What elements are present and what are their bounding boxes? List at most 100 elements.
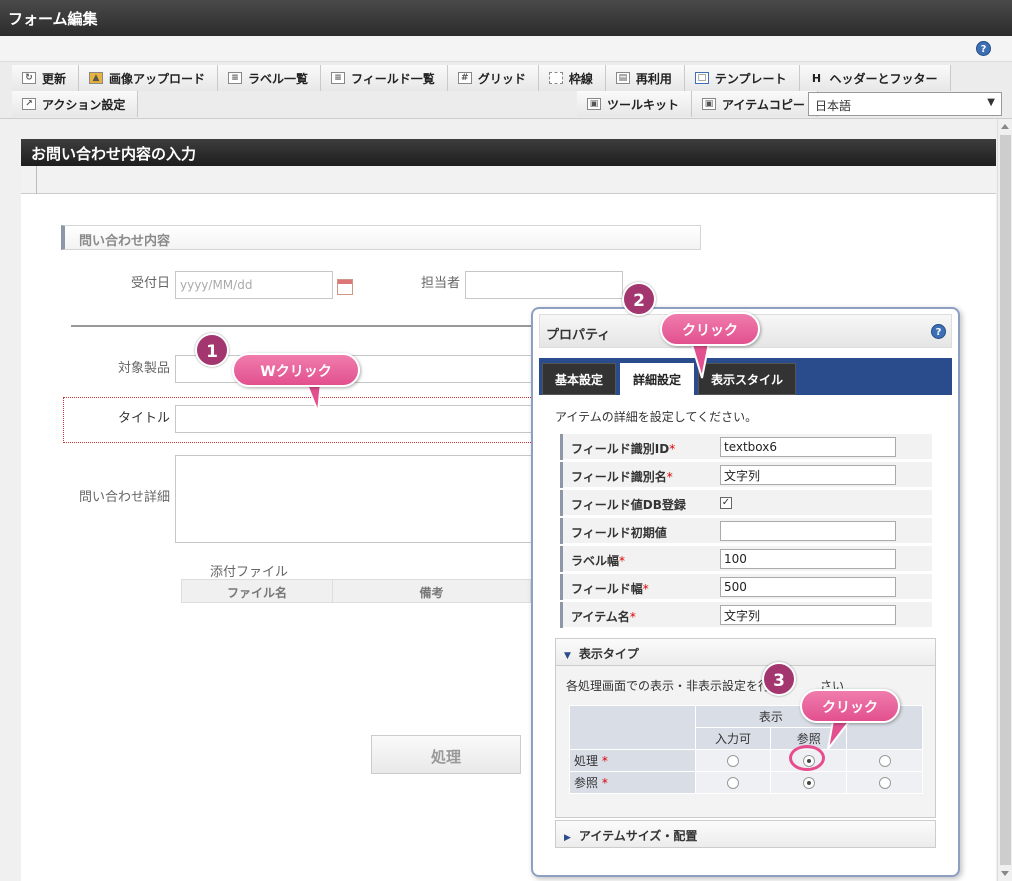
- db-register-checkbox[interactable]: ✓: [720, 497, 732, 509]
- toolkit-button[interactable]: ▣ ツールキット: [577, 91, 693, 117]
- display-type-accordion[interactable]: ▼ 表示タイプ: [555, 638, 936, 666]
- property-row: フィールド識別名*: [560, 462, 932, 488]
- action-settings-button[interactable]: ↗ アクション設定: [12, 91, 139, 117]
- callout-number-3: 3: [762, 662, 796, 696]
- property-key: ラベル幅*: [560, 546, 715, 572]
- radio-process-input[interactable]: [727, 755, 740, 767]
- toolbar-row-2: ↗ アクション設定: [12, 91, 139, 117]
- form-title: お問い合わせ内容の入力: [21, 139, 996, 166]
- properties-panel: プロパティ ? 基本設定 詳細設定 表示スタイル アイテムの詳細を設定してくださ…: [531, 307, 960, 877]
- form-subheader: [21, 166, 996, 194]
- refresh-icon: ↻: [22, 72, 36, 84]
- border-icon: [548, 72, 563, 84]
- grid-button[interactable]: # グリッド: [447, 65, 539, 91]
- header-footer-icon: H: [811, 71, 822, 85]
- label-width-input[interactable]: [720, 549, 896, 569]
- properties-tabs: 基本設定 詳細設定 表示スタイル: [539, 358, 952, 395]
- field-list-icon: ≡: [331, 72, 346, 84]
- display-type-description: 各処理画面での表示・非表示設定を行 さい: [566, 679, 845, 693]
- chevron-down-icon: ▼: [987, 97, 995, 108]
- callout-number-2: 2: [622, 282, 656, 316]
- column-header-note: 備考: [419, 586, 444, 600]
- border-button[interactable]: 枠線: [538, 65, 606, 91]
- property-key: フィールド値DB登録: [560, 490, 715, 516]
- received-date-input[interactable]: yyyy/MM/dd: [175, 271, 333, 299]
- chevron-right-icon: ▶: [564, 833, 571, 843]
- column-header-input: 入力可: [694, 727, 772, 750]
- reuse-button[interactable]: ▤ 再利用: [605, 65, 685, 91]
- process-button[interactable]: 処理: [371, 735, 521, 774]
- language-select[interactable]: 日本語 ▼: [808, 92, 1002, 116]
- radio-reference-reference[interactable]: [802, 777, 815, 789]
- panel-help-icon[interactable]: ?: [931, 324, 946, 339]
- property-row: アイテム名*: [560, 602, 932, 628]
- attachment-label: 添付ファイル: [210, 565, 289, 580]
- highlight-ring: [789, 745, 825, 771]
- image-upload-button[interactable]: ▲ 画像アップロード: [79, 65, 219, 91]
- radio-reference-hidden[interactable]: [878, 777, 891, 789]
- chevron-down-icon: ▼: [564, 651, 571, 661]
- template-icon: □: [694, 72, 709, 84]
- tab-basic[interactable]: 基本設定: [542, 363, 617, 395]
- property-row: フィールド幅*: [560, 574, 932, 600]
- template-button[interactable]: □ テンプレート: [684, 65, 800, 91]
- grid-icon: #: [457, 72, 472, 84]
- detail-label: 問い合わせ詳細: [78, 490, 170, 505]
- product-label: 対象製品: [117, 361, 170, 376]
- callout-bubble-2: クリック: [660, 312, 760, 346]
- assignee-label: 担当者: [420, 276, 460, 291]
- section-header[interactable]: 問い合わせ内容: [61, 225, 701, 250]
- field-id-input[interactable]: [720, 437, 896, 457]
- row-label-reference: 参照 *: [569, 771, 696, 794]
- item-name-input[interactable]: [720, 605, 896, 625]
- property-row: フィールド値DB登録 ✓: [560, 490, 932, 516]
- callout-bubble-1: Wクリック: [232, 353, 360, 387]
- panel-description: アイテムの詳細を設定してください。: [555, 410, 758, 424]
- field-width-input[interactable]: [720, 577, 896, 597]
- property-key: アイテム名*: [560, 602, 715, 628]
- property-key: フィールド幅*: [560, 574, 715, 600]
- property-row: フィールド識別ID*: [560, 434, 932, 460]
- help-icon[interactable]: ?: [976, 41, 991, 56]
- vertical-scrollbar[interactable]: [997, 119, 1012, 881]
- column-header-file-name: ファイル名: [182, 580, 333, 602]
- calendar-icon[interactable]: [337, 279, 353, 295]
- reuse-icon: ▤: [615, 72, 630, 84]
- item-copy-button[interactable]: ▣ アイテムコピー: [692, 91, 818, 117]
- toolbar-row-1: ↻ 更新 ▲ 画像アップロード ≡ ラベル一覧 ≡ フィールド一覧 # グリッド 枠線 ▤…: [12, 65, 951, 91]
- row-label-process: 処理 *: [569, 749, 696, 772]
- received-date-label: 受付日: [130, 276, 170, 291]
- radio-process-hidden[interactable]: [878, 755, 891, 767]
- item-size-accordion[interactable]: ▶ アイテムサイズ・配置: [555, 820, 936, 848]
- property-row: フィールド初期値: [560, 518, 932, 544]
- image-upload-icon: ▲: [89, 72, 104, 84]
- title-input[interactable]: [175, 405, 535, 433]
- divider-line: [71, 325, 541, 327]
- window-title: フォーム編集: [0, 0, 1012, 36]
- title-label: タイトル: [117, 411, 170, 426]
- property-key: フィールド初期値: [560, 518, 715, 544]
- callout-number-1: 1: [195, 333, 229, 367]
- radio-reference-input[interactable]: [727, 777, 740, 789]
- field-name-input[interactable]: [720, 465, 896, 485]
- label-list-button[interactable]: ≡ ラベル一覧: [218, 65, 322, 91]
- assignee-input[interactable]: [465, 271, 623, 299]
- detail-textarea[interactable]: [175, 455, 535, 543]
- label-list-icon: ≡: [228, 72, 243, 84]
- callout-bubble-3: クリック: [800, 689, 900, 723]
- divider: [36, 166, 37, 194]
- toolkit-icon: ▣: [587, 98, 601, 110]
- scroll-down-icon[interactable]: [1001, 871, 1009, 876]
- field-list-button[interactable]: ≡ フィールド一覧: [321, 65, 448, 91]
- header-footer-button[interactable]: H ヘッダーとフッター: [799, 65, 951, 91]
- item-copy-icon: ▣: [702, 98, 717, 110]
- scroll-up-icon[interactable]: [1001, 124, 1009, 129]
- scroll-thumb[interactable]: [1000, 135, 1011, 865]
- property-key: フィールド識別名*: [560, 462, 715, 488]
- initial-value-input[interactable]: [720, 521, 896, 541]
- property-row: ラベル幅*: [560, 546, 932, 572]
- toolbar-row-2-right: ▣ ツールキット ▣ アイテムコピー: [577, 91, 818, 117]
- help-bar: ?: [0, 36, 1012, 62]
- refresh-button[interactable]: ↻ 更新: [12, 65, 80, 91]
- toolbar: ↻ 更新 ▲ 画像アップロード ≡ ラベル一覧 ≡ フィールド一覧 # グリッド 枠線 ▤…: [0, 62, 1012, 119]
